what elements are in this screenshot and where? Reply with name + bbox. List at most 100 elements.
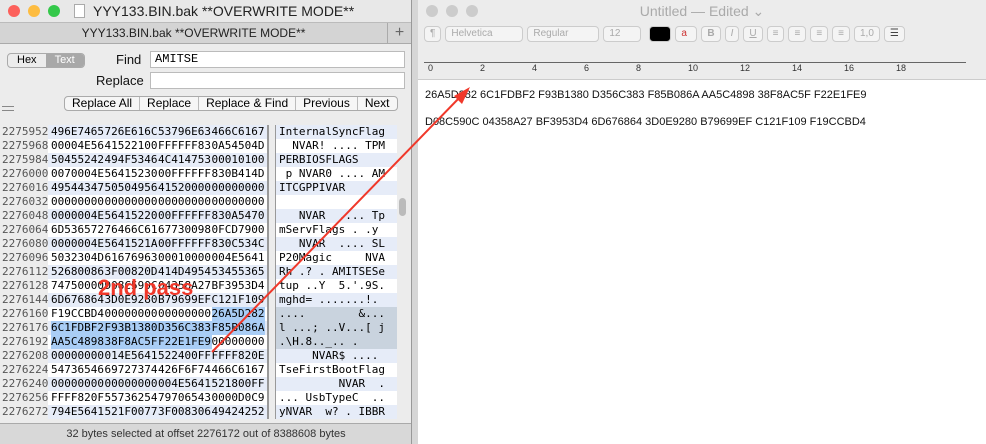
underline-button[interactable]: U — [743, 25, 763, 42]
hex-cell[interactable]: 5032304D — [51, 251, 105, 265]
ascii-cell[interactable]: NVAR$ .... — [275, 349, 397, 363]
hex-cell[interactable]: 3F008306 — [158, 405, 212, 419]
minimize-button[interactable] — [446, 5, 458, 17]
hex-cell[interactable]: 56415220 — [105, 209, 159, 223]
hex-cell[interactable]: 00000000 — [158, 195, 212, 209]
align-left-button[interactable]: ≡ — [766, 25, 785, 42]
hex-cell[interactable]: 50504956 — [105, 181, 159, 195]
list-icon[interactable]: ☰ — [883, 25, 905, 42]
tab-document[interactable]: YYY133.BIN.bak **OVERWRITE MODE** — [0, 23, 387, 43]
hex-cell[interactable]: 00000000 — [105, 307, 159, 321]
text-color-swatch[interactable] — [649, 25, 672, 42]
hex-cell[interactable]: 56415230 — [105, 167, 159, 181]
hex-grid[interactable]: 2275952 496E7465 726E616C 53796E63 466C6167 I… — [0, 117, 411, 423]
bold-button[interactable]: B — [701, 25, 721, 42]
hex-cell[interactable]: 49424252 — [212, 405, 266, 419]
chevron-down-icon[interactable]: ⌄ — [753, 3, 765, 19]
align-center-button[interactable]: ≡ — [788, 25, 807, 42]
table-row[interactable]: 2276256 FFFF820F 55736254 79706543 0000D0C9.… — [0, 391, 397, 405]
hex-cell[interactable]: FFFFFF83 — [158, 139, 212, 153]
ascii-cell[interactable]: NVAR .... Tp — [275, 209, 397, 223]
hex-cell[interactable]: 79706543 — [158, 391, 212, 405]
find-input[interactable]: AMITSE — [150, 51, 405, 68]
font-style-select[interactable]: Regular — [527, 25, 600, 42]
justify-button[interactable]: ≡ — [832, 25, 850, 42]
next-button[interactable]: Next — [358, 97, 397, 110]
table-row[interactable]: 2276144 6D676864 3D0E9280 B79699EF C121F109 m… — [0, 293, 397, 307]
hex-cell[interactable]: 61676963 — [105, 251, 159, 265]
ascii-cell[interactable]: Rh .? . AMITSESe — [275, 265, 397, 279]
hex-cell[interactable]: F22E1FE9 — [158, 335, 212, 349]
hex-cell[interactable]: 00000000 — [212, 181, 266, 195]
hex-cell[interactable]: 521800FF — [212, 377, 266, 391]
hex-cell[interactable]: 76466C61 — [105, 223, 159, 237]
hex-cell[interactable]: D356C383 — [158, 321, 212, 335]
table-row[interactable]: 2276048 0000004E 56415220 00FFFFFF 830A5470 … — [0, 209, 397, 223]
minimize-button[interactable] — [28, 5, 40, 17]
hex-cell[interactable]: 426F6F74 — [158, 363, 212, 377]
hex-cell[interactable]: 53796E63 — [158, 125, 212, 139]
table-row[interactable]: 2276128 74750000 D08C590C 04358A27 BF3953D4 t… — [0, 279, 397, 293]
table-row[interactable]: 2275952 496E7465 726E616C 53796E63 466C6167 I… — [0, 125, 397, 139]
hex-cell[interactable]: FFFF820F — [51, 391, 105, 405]
table-row[interactable]: 2276208 00000000 014E5641 522400FF FFFF820E … — [0, 349, 397, 363]
ascii-cell[interactable]: InternalSyncFlag — [275, 125, 397, 139]
hex-cell[interactable]: 004E5641 — [212, 251, 266, 265]
mode-text[interactable]: Text — [45, 54, 84, 67]
hex-cell[interactable]: 53455365 — [212, 265, 266, 279]
table-row[interactable]: 2275984 50455242 494F5346 4C414753 00010100 P… — [0, 153, 397, 167]
scrollbar[interactable] — [399, 198, 406, 216]
table-row[interactable]: 2276272 794E5641 521F0077 3F008306 49424252 y… — [0, 405, 397, 419]
hex-cell[interactable]: 794E5641 — [51, 405, 105, 419]
hex-cell[interactable]: 00000000 — [105, 377, 159, 391]
replace-input[interactable] — [150, 72, 405, 89]
previous-button[interactable]: Previous — [296, 97, 358, 110]
ascii-cell[interactable]: ITCGPPIVAR — [275, 181, 397, 195]
table-row[interactable]: 2276064 6D536572 76466C61 67730098 0FCD7900 m… — [0, 223, 397, 237]
hex-cell[interactable]: 014E5641 — [105, 349, 159, 363]
hex-cell[interactable]: 830B414D — [212, 167, 266, 181]
ascii-cell[interactable]: yNVAR w? . IBBR — [275, 405, 397, 419]
italic-button[interactable]: I — [724, 25, 740, 42]
replace-and-find-button[interactable]: Replace & Find — [199, 97, 297, 110]
ruler[interactable]: 0 2 4 6 8 10 12 14 16 18 — [418, 45, 986, 80]
table-row[interactable]: 2276240 00000000 00000000 004E5641 521800FF … — [0, 377, 397, 391]
hex-cell[interactable]: AA5C4898 — [51, 335, 105, 349]
new-tab-button[interactable]: + — [387, 23, 411, 43]
ascii-cell[interactable]: .... &... — [275, 307, 397, 321]
hex-cell[interactable]: 004E5641 — [158, 377, 212, 391]
ascii-cell[interactable]: .\H.8.._.. . — [275, 335, 397, 349]
hex-cell[interactable]: 41522100 — [105, 139, 159, 153]
ascii-cell[interactable]: tup ..Y 5.'.9S. — [275, 279, 397, 293]
hex-cell[interactable]: 521F0077 — [105, 405, 159, 419]
ascii-cell[interactable]: P20Magic NVA — [275, 251, 397, 265]
hex-cell[interactable]: 0000004E — [51, 209, 105, 223]
ascii-cell[interactable]: mghd= .......!. — [275, 293, 397, 307]
ascii-cell[interactable]: mServFlags . .y — [275, 223, 397, 237]
hex-cell[interactable]: F85B086A — [211, 321, 265, 335]
hex-cell[interactable]: 0FCD7900 — [212, 223, 266, 237]
zoom-button[interactable] — [48, 5, 60, 17]
hex-cell[interactable]: 00000000 — [212, 335, 266, 349]
zoom-button[interactable] — [466, 5, 478, 17]
ascii-cell[interactable]: ... UsbTypeC .. — [275, 391, 397, 405]
ascii-cell[interactable]: PERBIOSFLAGS — [275, 153, 397, 167]
hex-cell[interactable]: 6C1FDBF2 — [51, 321, 105, 335]
hex-cell[interactable]: 5641521A — [105, 237, 159, 251]
close-button[interactable] — [8, 5, 20, 17]
hex-cell[interactable]: 50455242 — [51, 153, 105, 167]
hex-cell[interactable]: 00FFFFFF — [158, 167, 212, 181]
table-row[interactable]: 2276080 0000004E 5641521A 00FFFFFF 830C534C … — [0, 237, 397, 251]
table-row[interactable]: 2276000 0070004E 56415230 00FFFFFF 830B414D … — [0, 167, 397, 181]
hex-cell[interactable]: F93B1380 — [104, 321, 158, 335]
hex-cell[interactable]: 522400FF — [158, 349, 212, 363]
hex-cell[interactable]: 49544347 — [51, 181, 105, 195]
ascii-cell[interactable] — [275, 195, 397, 209]
line-spacing-select[interactable]: 1,0 — [854, 25, 880, 42]
hex-cell[interactable]: 00FFFFFF — [158, 209, 212, 223]
table-row[interactable]: 2276224 54736546 69727374 426F6F74 466C6167 T… — [0, 363, 397, 377]
align-right-button[interactable]: ≡ — [810, 25, 829, 42]
hex-cell[interactable]: 466C6167 — [212, 125, 266, 139]
hex-cell[interactable]: 00FFFFFF — [158, 237, 212, 251]
hex-cell[interactable]: 69727374 — [105, 363, 159, 377]
